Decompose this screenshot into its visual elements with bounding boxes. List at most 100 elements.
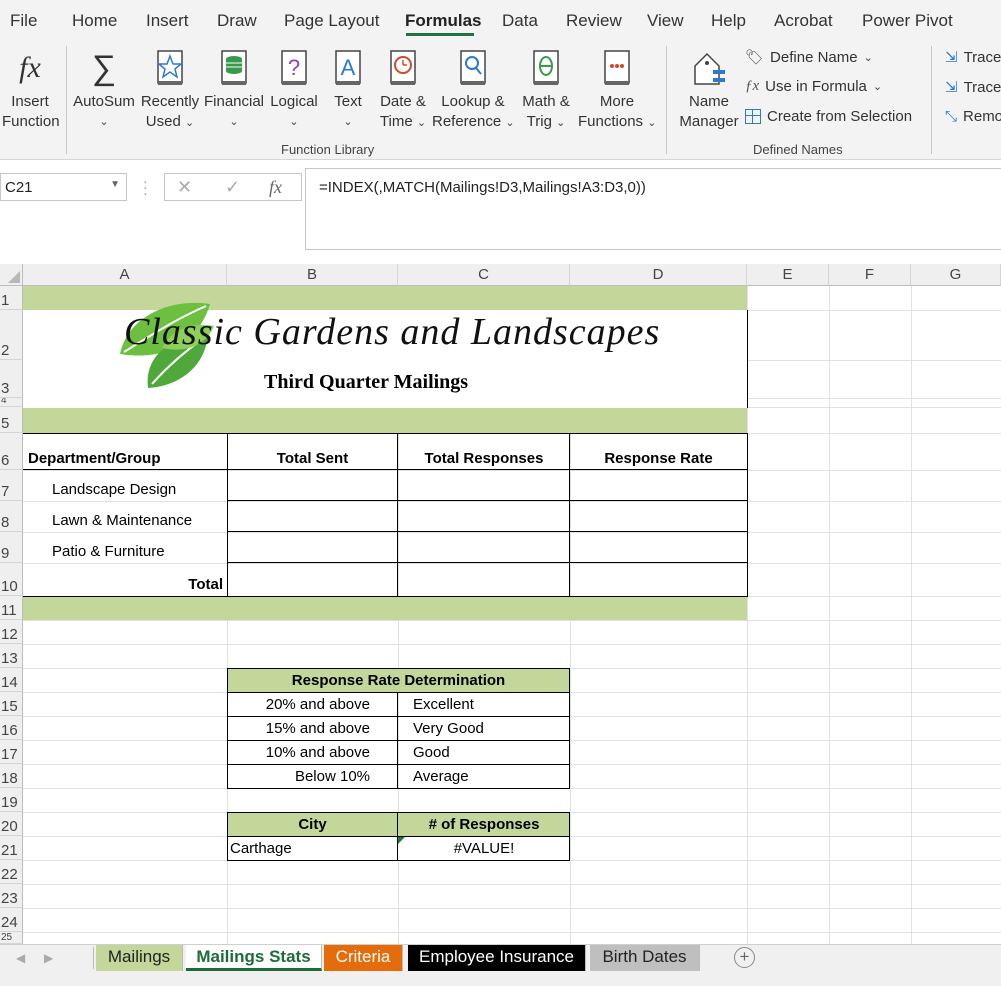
tab-data[interactable]: Data bbox=[502, 11, 538, 31]
remove-arrows-button[interactable]: ⤡ Remo bbox=[945, 108, 1001, 125]
math-label: Math & bbox=[522, 93, 570, 110]
logical-button[interactable]: ? Logical ⌄ bbox=[266, 48, 322, 132]
sheet-tab-mailings[interactable]: Mailings bbox=[96, 945, 183, 971]
dept-patio-furniture: Patio & Furniture bbox=[52, 543, 165, 560]
date-time-label-2: Time bbox=[379, 113, 413, 130]
text-button[interactable]: A Text ⌄ bbox=[326, 48, 370, 132]
insert-function-icon[interactable]: fx bbox=[269, 177, 282, 198]
row-header[interactable]: 24 bbox=[0, 908, 23, 932]
tab-home[interactable]: Home bbox=[72, 11, 117, 31]
name-box[interactable]: C21 ▼ bbox=[0, 173, 127, 201]
use-in-formula-button[interactable]: ƒx Use in Formula ⌄ bbox=[745, 78, 882, 95]
gridline bbox=[23, 884, 1001, 885]
row-header[interactable]: 1 bbox=[0, 286, 23, 310]
row-header[interactable]: 25 bbox=[0, 932, 23, 944]
row-header[interactable]: 18 bbox=[0, 764, 23, 788]
row-header[interactable]: 2 bbox=[0, 310, 23, 360]
math-trig-button[interactable]: Math & Trig ⌄ bbox=[516, 48, 576, 133]
row-header[interactable]: 11 bbox=[0, 596, 23, 620]
tab-power-pivot[interactable]: Power Pivot bbox=[862, 11, 953, 31]
table-divider bbox=[227, 764, 570, 765]
column-header-g[interactable]: G bbox=[911, 264, 1001, 286]
financial-button[interactable]: Financial ⌄ bbox=[203, 48, 265, 132]
sheet-tab-birth-dates[interactable]: Birth Dates bbox=[590, 945, 700, 971]
lookup-reference-button[interactable]: Lookup & Reference ⌄ bbox=[432, 48, 515, 133]
drag-handle-icon[interactable]: · · · bbox=[143, 174, 148, 200]
gridline bbox=[23, 932, 1001, 933]
row-header[interactable]: 3 bbox=[0, 360, 23, 398]
sheet-tab-employee-insurance[interactable]: Employee Insurance bbox=[408, 945, 586, 971]
row-header[interactable]: 14 bbox=[0, 668, 23, 692]
table-divider bbox=[227, 716, 570, 717]
gridline bbox=[829, 286, 830, 944]
autosum-button[interactable]: ∑ AutoSum ⌄ bbox=[72, 48, 136, 132]
select-all-button[interactable] bbox=[0, 264, 23, 286]
row-header[interactable]: 21 bbox=[0, 836, 23, 860]
row-header[interactable]: 5 bbox=[0, 407, 23, 433]
row-header[interactable]: 20 bbox=[0, 812, 23, 836]
row-header[interactable]: 13 bbox=[0, 644, 23, 668]
row-header[interactable]: 4 bbox=[0, 398, 23, 407]
enter-icon[interactable]: ✓ bbox=[225, 177, 240, 198]
row-header[interactable]: 23 bbox=[0, 884, 23, 908]
row-header[interactable]: 17 bbox=[0, 740, 23, 764]
formula-input[interactable]: =INDEX(,MATCH(Mailings!D3,Mailings!A3:D3… bbox=[305, 168, 1001, 250]
row-header[interactable]: 12 bbox=[0, 620, 23, 644]
tab-acrobat[interactable]: Acrobat bbox=[774, 11, 833, 31]
sheet-tab-mailings-stats[interactable]: Mailings Stats bbox=[186, 945, 322, 971]
chevron-down-icon: ⌄ bbox=[99, 116, 109, 128]
tab-insert[interactable]: Insert bbox=[146, 11, 189, 31]
row-header[interactable]: 7 bbox=[0, 470, 23, 501]
footer-band bbox=[23, 596, 747, 620]
magnifier-book-icon bbox=[460, 50, 486, 85]
tab-page-layout[interactable]: Page Layout bbox=[284, 11, 379, 31]
tab-file[interactable]: File bbox=[10, 11, 37, 31]
column-header-e[interactable]: E bbox=[747, 264, 829, 286]
sheet-tab-bar: ◀ ▶ Mailings Mailings Stats Criteria Emp… bbox=[0, 944, 1001, 974]
menu-bar: File Home Insert Draw Page Layout Formul… bbox=[0, 0, 1001, 42]
rate-label: Average bbox=[413, 768, 469, 785]
row-header[interactable]: 15 bbox=[0, 692, 23, 716]
more-functions-button[interactable]: More Functions ⌄ bbox=[578, 48, 656, 133]
formula-buttons: ✕ ✓ fx bbox=[164, 173, 302, 201]
rate-title: Response Rate Determination bbox=[291, 672, 506, 689]
row-header[interactable]: 19 bbox=[0, 788, 23, 812]
row-header[interactable]: 22 bbox=[0, 860, 23, 884]
column-header-d[interactable]: D bbox=[570, 264, 747, 286]
scroll-right-icon[interactable]: ▶ bbox=[44, 951, 53, 965]
column-header-c[interactable]: C bbox=[398, 264, 570, 286]
tab-review[interactable]: Review bbox=[566, 11, 622, 31]
row-header[interactable]: 9 bbox=[0, 532, 23, 563]
tab-formulas[interactable]: Formulas bbox=[405, 11, 482, 31]
row-header[interactable]: 8 bbox=[0, 501, 23, 532]
define-name-button[interactable]: 🏷 Define Name ⌄ bbox=[745, 48, 873, 67]
company-logo-text: Classic Gardens and Landscapes bbox=[124, 311, 661, 353]
create-from-selection-label: Create from Selection bbox=[767, 108, 913, 125]
date-time-button[interactable]: Date & Time ⌄ bbox=[374, 48, 432, 133]
remove-arrows-label: Remo bbox=[963, 108, 1001, 125]
cancel-icon[interactable]: ✕ bbox=[177, 177, 192, 198]
trace-precedents-button[interactable]: ⇲ Trace bbox=[945, 48, 1001, 67]
tab-view[interactable]: View bbox=[647, 11, 684, 31]
add-sheet-icon[interactable]: + bbox=[734, 947, 755, 968]
remove-arrows-icon: ⤡ bbox=[945, 108, 958, 125]
scroll-left-icon[interactable]: ◀ bbox=[16, 951, 25, 965]
recently-used-button[interactable]: Recently Used ⌄ bbox=[140, 48, 200, 133]
trace-dependents-button[interactable]: ⇲ Trace bbox=[945, 78, 1001, 97]
sheet-tab-criteria[interactable]: Criteria bbox=[324, 945, 403, 971]
name-manager-button[interactable]: Name Manager bbox=[676, 48, 742, 132]
tab-draw[interactable]: Draw bbox=[217, 11, 257, 31]
row-header[interactable]: 6 bbox=[0, 433, 23, 470]
insert-function-button[interactable]: fx Insert Function bbox=[2, 48, 60, 132]
create-from-selection-button[interactable]: Create from Selection bbox=[745, 108, 912, 125]
column-header-b[interactable]: B bbox=[227, 264, 398, 286]
column-header-a[interactable]: A bbox=[23, 264, 227, 286]
column-header-f[interactable]: F bbox=[829, 264, 911, 286]
chevron-down-icon[interactable]: ▼ bbox=[110, 179, 120, 190]
row-header[interactable]: 10 bbox=[0, 563, 23, 596]
row-header[interactable]: 16 bbox=[0, 716, 23, 740]
chevron-down-icon: ⌄ bbox=[505, 117, 515, 129]
tab-help[interactable]: Help bbox=[711, 11, 746, 31]
error-indicator-icon[interactable] bbox=[398, 837, 405, 844]
status-bar bbox=[0, 974, 1001, 986]
